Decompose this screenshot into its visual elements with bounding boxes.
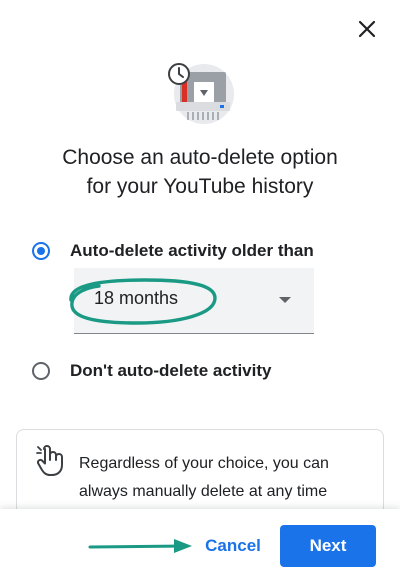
option-dont-auto-delete-label: Don't auto-delete activity bbox=[70, 361, 272, 380]
option-auto-delete[interactable]: Auto-delete activity older than bbox=[32, 241, 314, 261]
period-select-value: 18 months bbox=[94, 288, 179, 308]
dialog-title-line-1: Choose an auto-delete option bbox=[62, 146, 338, 169]
dialog-title: Choose an auto-delete option for your Yo… bbox=[0, 143, 400, 201]
next-button[interactable]: Next bbox=[280, 525, 376, 567]
radio-auto-delete[interactable] bbox=[32, 242, 50, 260]
radio-dont-auto-delete[interactable] bbox=[32, 362, 50, 380]
close-button[interactable] bbox=[352, 14, 382, 44]
option-auto-delete-label: Auto-delete activity older than bbox=[70, 241, 314, 260]
auto-delete-period-select[interactable]: 18 months bbox=[74, 268, 314, 334]
dialog-title-line-2: for your YouTube history bbox=[86, 175, 314, 198]
info-text: Regardless of your choice, you can alway… bbox=[79, 455, 329, 500]
chevron-down-icon bbox=[279, 297, 291, 303]
history-shredder-icon bbox=[168, 63, 234, 124]
close-icon bbox=[358, 20, 376, 38]
option-dont-auto-delete[interactable]: Don't auto-delete activity bbox=[32, 361, 271, 381]
touch-hand-icon bbox=[36, 445, 63, 476]
cancel-button[interactable]: Cancel bbox=[200, 525, 266, 567]
